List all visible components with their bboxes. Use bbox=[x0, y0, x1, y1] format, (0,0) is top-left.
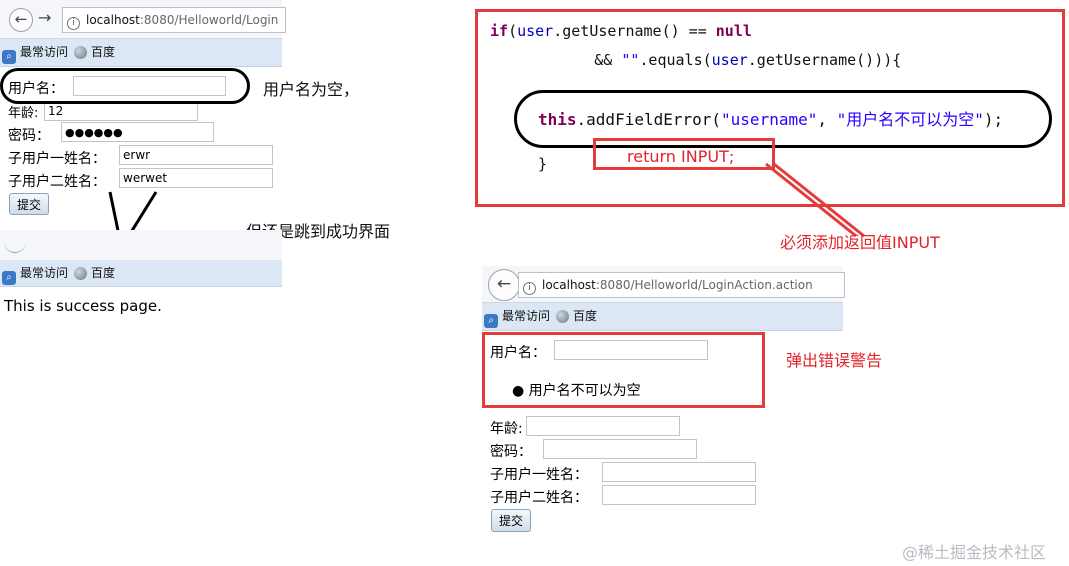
age-input[interactable] bbox=[44, 101, 198, 121]
info-icon[interactable]: i bbox=[67, 17, 80, 30]
bookmark-most-visited[interactable]: 最常访问 bbox=[502, 309, 550, 323]
code-line-1: if(user.getUsername() == null bbox=[490, 22, 752, 40]
bottom-password-input[interactable] bbox=[543, 439, 697, 459]
sub2-input[interactable] bbox=[119, 168, 273, 188]
code-line-4: } bbox=[538, 155, 548, 173]
age-label: 年龄: bbox=[8, 106, 39, 121]
sub1-input[interactable] bbox=[119, 145, 273, 165]
bookmark-folder-icon: ⌕ bbox=[2, 50, 16, 64]
bottom-sub1-input[interactable] bbox=[602, 462, 756, 482]
watermark: @稀土掘金技术社区 bbox=[902, 543, 1047, 562]
bottom-sub1-label: 子用户一姓名： bbox=[490, 467, 588, 483]
password-label: 密码： bbox=[8, 128, 50, 144]
success-bookmarks-bar: ⌕ 最常访问 百度 bbox=[0, 260, 282, 287]
forward-button[interactable]: → bbox=[38, 8, 51, 27]
bookmark-folder-icon: ⌕ bbox=[2, 271, 16, 285]
note-error-popup: 弹出错误警告 bbox=[786, 351, 883, 370]
bookmark-most-visited[interactable]: 最常访问 bbox=[20, 266, 68, 280]
error-list-item: ● 用户名不可以为空 bbox=[512, 383, 641, 399]
success-page-text: This is success page. bbox=[4, 297, 162, 315]
bottom-username-label: 用户名： bbox=[490, 345, 546, 361]
globe-icon bbox=[74, 46, 88, 59]
code-line-2: && "".equals(user.getUsername())){ bbox=[522, 51, 902, 69]
username-highlight-oval bbox=[0, 68, 250, 104]
bookmark-baidu[interactable]: 百度 bbox=[91, 45, 115, 59]
success-nav-partial bbox=[0, 230, 282, 260]
bottom-back-button[interactable]: ← bbox=[488, 269, 520, 301]
globe-icon bbox=[556, 310, 570, 323]
globe-icon bbox=[74, 267, 88, 280]
sub1-label: 子用户一姓名： bbox=[8, 151, 106, 167]
bottom-sub2-label: 子用户二姓名： bbox=[490, 490, 588, 506]
bookmark-baidu[interactable]: 百度 bbox=[91, 266, 115, 280]
bookmark-most-visited[interactable]: 最常访问 bbox=[20, 45, 68, 59]
top-bookmarks-bar: ⌕ 最常访问 百度 bbox=[0, 39, 282, 67]
bottom-address-bar[interactable]: i localhost:8080/Helloworld/LoginAction.a… bbox=[518, 272, 845, 298]
top-address-bar[interactable]: i localhost:8080/Helloworld/Login bbox=[62, 7, 286, 33]
bottom-age-label: 年龄: bbox=[490, 421, 523, 437]
bottom-sub2-input[interactable] bbox=[602, 485, 756, 505]
back-button[interactable]: ← bbox=[9, 8, 33, 32]
note-username-empty: 用户名为空， bbox=[263, 80, 360, 99]
return-input-text: return INPUT; bbox=[627, 147, 735, 166]
bottom-submit-button[interactable]: 提交 bbox=[491, 509, 532, 532]
submit-button[interactable]: 提交 bbox=[9, 193, 50, 215]
info-icon[interactable]: i bbox=[523, 282, 536, 295]
callout-must-return-input: 必须添加返回值INPUT bbox=[780, 233, 940, 252]
bookmark-folder-icon: ⌕ bbox=[484, 314, 498, 328]
bottom-password-label: 密码： bbox=[490, 444, 532, 460]
bottom-bookmarks-bar: ⌕ 最常访问 百度 bbox=[482, 303, 843, 331]
password-input[interactable] bbox=[61, 122, 214, 142]
bookmark-baidu[interactable]: 百度 bbox=[573, 309, 597, 323]
bottom-age-input[interactable] bbox=[526, 416, 680, 436]
code-line-3: this.addFieldError("username", "用户名不可以为空… bbox=[538, 110, 1004, 129]
bottom-username-input[interactable] bbox=[554, 340, 708, 360]
